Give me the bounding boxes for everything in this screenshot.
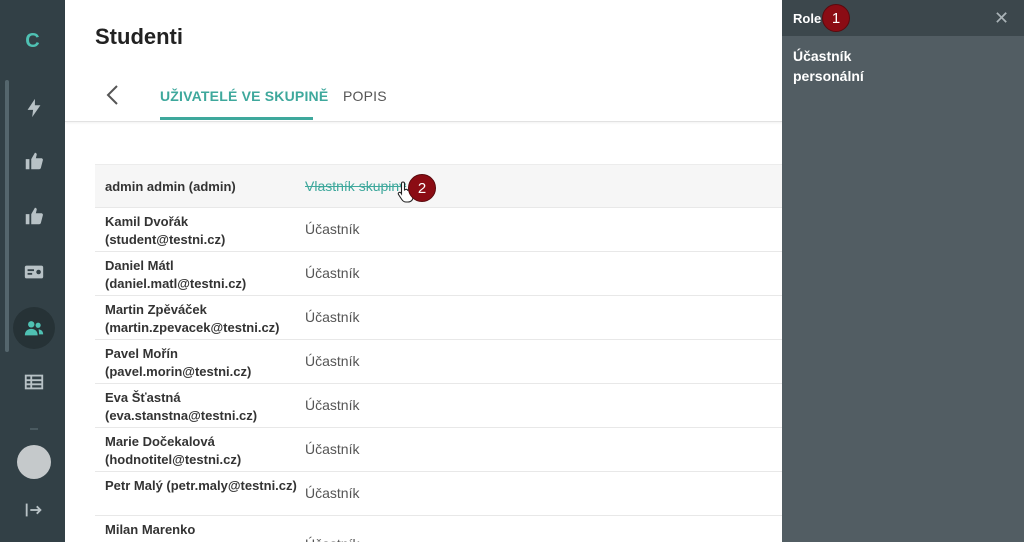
users-icon: [24, 321, 44, 336]
logout-button[interactable]: [13, 489, 55, 531]
role-option-personnel[interactable]: personální: [793, 68, 864, 84]
member-role[interactable]: Účastník: [305, 265, 359, 281]
sidebar-item-cards[interactable]: [13, 251, 55, 293]
member-role[interactable]: Účastník: [305, 485, 359, 501]
sidebar-item-likes[interactable]: [13, 140, 55, 182]
table-row[interactable]: Petr Malý (petr.maly@testni.cz) Účastník: [95, 472, 782, 516]
member-role[interactable]: Účastník: [305, 221, 359, 237]
member-role[interactable]: Účastník: [305, 441, 359, 457]
table-row[interactable]: Martin Zpěváček (martin.zpevacek@testni.…: [95, 296, 782, 340]
members-table: admin admin (admin) Vlastník skupiny 2 K…: [95, 164, 782, 542]
member-role[interactable]: Účastník: [305, 309, 359, 325]
close-icon[interactable]: ✕: [994, 9, 1009, 27]
member-name: Daniel Mátl (daniel.matl@testni.cz): [105, 258, 247, 291]
member-name: Kamil Dvořák (student@testni.cz): [105, 214, 226, 247]
member-role[interactable]: Účastník: [305, 397, 359, 413]
table-row[interactable]: admin admin (admin) Vlastník skupiny 2: [95, 164, 782, 208]
tab-description[interactable]: POPIS: [343, 88, 387, 104]
table-row[interactable]: Marie Dočekalová (hodnotitel@testni.cz) …: [95, 428, 782, 472]
back-button[interactable]: [101, 82, 123, 108]
table-row[interactable]: Pavel Mořín (pavel.morin@testni.cz) Účas…: [95, 340, 782, 384]
role-panel-header: Role 1 ✕: [782, 0, 1024, 36]
id-card-icon: [24, 265, 44, 279]
table-row[interactable]: Milan Marenko Účastník: [95, 516, 782, 542]
logout-icon: [25, 503, 42, 517]
role-option-participant[interactable]: Účastník: [793, 48, 851, 64]
member-role[interactable]: Účastník: [305, 353, 359, 369]
avatar[interactable]: [17, 445, 51, 479]
role-panel: Role 1 ✕ Účastník personální: [782, 0, 1024, 542]
member-name: Eva Šťastná (eva.stanstna@testni.cz): [105, 390, 258, 423]
role-panel-title: Role: [793, 11, 822, 26]
member-name: Milan Marenko: [105, 522, 196, 537]
member-name: Martin Zpěváček (martin.zpevacek@testni.…: [105, 302, 280, 335]
step-badge-1: 1: [822, 4, 850, 32]
step-badge-2: 2: [408, 174, 436, 202]
member-role[interactable]: Účastník: [305, 536, 359, 542]
member-name: admin admin (admin): [105, 179, 236, 194]
member-name: Petr Malý (petr.maly@testni.cz): [105, 478, 297, 493]
sidebar-scrollbar[interactable]: [5, 80, 9, 352]
page-header: Studenti UŽIVATELÉ VE SKUPINĚ POPIS: [65, 0, 782, 122]
sidebar-item-ratings[interactable]: [13, 195, 55, 237]
sidebar-item-groups[interactable]: [13, 307, 55, 349]
sidebar-item-tables[interactable]: [13, 361, 55, 403]
app-logo[interactable]: C: [0, 30, 65, 53]
sidebar-item-activity[interactable]: [13, 87, 55, 129]
active-tab-indicator: [160, 117, 313, 120]
sidebar-divider: [30, 428, 38, 430]
member-name: Pavel Mořín (pavel.morin@testni.cz): [105, 346, 252, 379]
table-row[interactable]: Eva Šťastná (eva.stanstna@testni.cz) Úča…: [95, 384, 782, 428]
bolt-icon: [27, 98, 41, 118]
chevron-left-icon: [106, 85, 118, 105]
tab-users-in-group[interactable]: UŽIVATELÉ VE SKUPINĚ: [160, 88, 328, 104]
table-icon: [24, 374, 44, 390]
main-content: Studenti UŽIVATELÉ VE SKUPINĚ POPIS admi…: [65, 0, 782, 542]
table-row[interactable]: Daniel Mátl (daniel.matl@testni.cz) Účas…: [95, 252, 782, 296]
sidebar: C: [0, 0, 65, 542]
page-title: Studenti: [95, 24, 183, 49]
member-name: Marie Dočekalová (hodnotitel@testni.cz): [105, 434, 242, 467]
thumbs-up-icon: [25, 207, 43, 225]
member-role[interactable]: Vlastník skupiny: [305, 178, 406, 194]
table-row[interactable]: Kamil Dvořák (student@testni.cz) Účastní…: [95, 208, 782, 252]
thumbs-up-icon: [25, 152, 43, 170]
